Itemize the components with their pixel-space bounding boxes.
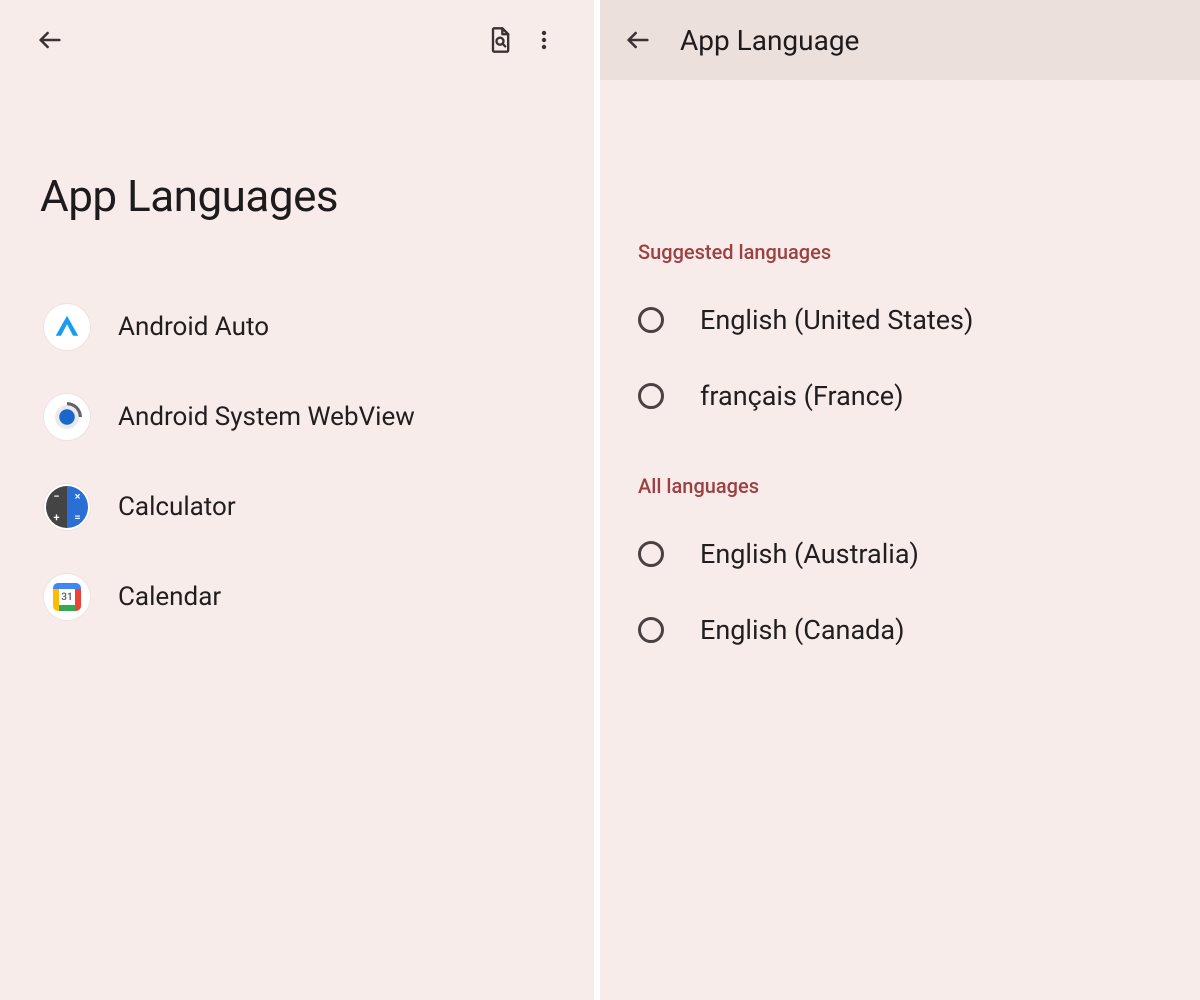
language-option-english-ca[interactable]: English (Canada) <box>634 592 1166 668</box>
search-in-page-button[interactable] <box>478 18 522 62</box>
app-item-label: Android Auto <box>118 312 269 342</box>
language-option-english-au[interactable]: English (Australia) <box>634 516 1166 592</box>
radio-icon <box>638 617 664 643</box>
left-header <box>0 0 594 80</box>
calculator-icon: −×+= <box>44 484 90 530</box>
back-arrow-icon <box>36 26 64 54</box>
section-header-all: All languages <box>634 434 1166 516</box>
back-button[interactable] <box>616 18 660 62</box>
app-item-android-system-webview[interactable]: Android System WebView <box>28 372 566 462</box>
android-system-webview-icon <box>44 394 90 440</box>
calendar-icon: 31 <box>44 574 90 620</box>
back-button[interactable] <box>28 18 72 62</box>
app-languages-panel: App Languages Android Auto Android Syste… <box>0 0 600 1000</box>
page-title: App Language <box>680 24 859 57</box>
app-language-panel: App Language Suggested languages English… <box>600 0 1200 1000</box>
android-auto-icon <box>44 304 90 350</box>
language-label: English (Australia) <box>700 538 919 570</box>
app-item-label: Android System WebView <box>118 402 415 432</box>
language-label: français (France) <box>700 380 904 412</box>
app-item-calendar[interactable]: 31 Calendar <box>28 552 566 642</box>
back-arrow-icon <box>624 26 652 54</box>
radio-icon <box>638 383 664 409</box>
language-option-english-us[interactable]: English (United States) <box>634 282 1166 358</box>
find-in-page-icon <box>486 26 514 54</box>
app-item-android-auto[interactable]: Android Auto <box>28 282 566 372</box>
language-label: English (Canada) <box>700 614 904 646</box>
page-title: App Languages <box>0 80 594 282</box>
overflow-menu-button[interactable] <box>522 18 566 62</box>
more-vert-icon <box>532 28 556 52</box>
app-list: Android Auto Android System WebView −×+=… <box>0 282 594 642</box>
app-item-calculator[interactable]: −×+= Calculator <box>28 462 566 552</box>
language-label: English (United States) <box>700 304 973 336</box>
right-header: App Language <box>600 0 1200 80</box>
radio-icon <box>638 307 664 333</box>
app-item-label: Calculator <box>118 492 236 522</box>
section-header-suggested: Suggested languages <box>634 120 1166 282</box>
right-body: Suggested languages English (United Stat… <box>600 80 1200 668</box>
radio-icon <box>638 541 664 567</box>
app-item-label: Calendar <box>118 582 221 612</box>
language-option-francais-fr[interactable]: français (France) <box>634 358 1166 434</box>
